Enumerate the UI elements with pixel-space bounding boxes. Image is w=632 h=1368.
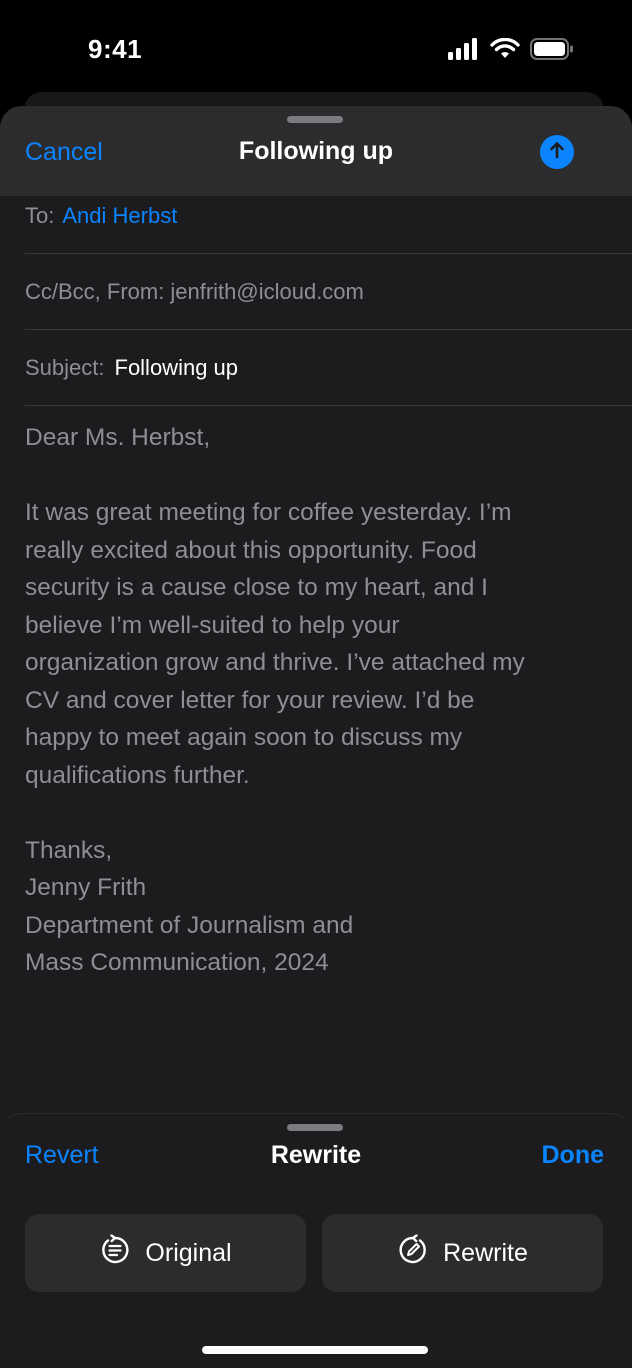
- body-line: really excited about this opportunity. F…: [25, 536, 477, 564]
- recipient-token[interactable]: Andi Herbst: [62, 203, 177, 229]
- arrow-up-icon: [547, 140, 567, 165]
- rewrite-label: Rewrite: [443, 1238, 528, 1267]
- original-text-icon: [99, 1233, 131, 1273]
- message-body[interactable]: Dear Ms. Herbst, It was great meeting fo…: [25, 419, 605, 1019]
- body-paragraph: It was great meeting for coffee yesterda…: [25, 494, 605, 794]
- signoff-block: Thanks, Jenny Frith Department of Journa…: [25, 832, 605, 982]
- rewrite-title: Rewrite: [270, 1141, 362, 1169]
- subject-field[interactable]: Subject: Following up: [25, 330, 632, 406]
- to-field[interactable]: To: Andi Herbst: [25, 178, 632, 254]
- signature-name: Jenny Frith: [25, 874, 147, 901]
- cc-from-field[interactable]: Cc/Bcc, From: jenfrith@icloud.com: [25, 254, 632, 330]
- greeting-text: Dear Ms. Herbst,: [25, 424, 211, 451]
- signature-line: Mass Communication, 2024: [25, 949, 329, 976]
- original-button[interactable]: Original: [25, 1214, 306, 1292]
- cellular-signal-icon: [448, 38, 480, 65]
- status-bar: 9:41: [0, 0, 632, 100]
- body-line: It was great meeting for coffee yesterda…: [25, 499, 512, 526]
- rewrite-panel: Revert Rewrite Done Original Rewrite: [0, 1114, 632, 1368]
- wifi-icon: [490, 37, 520, 65]
- to-label: To:: [25, 202, 55, 228]
- original-label: Original: [145, 1238, 232, 1267]
- mail-compose-screen: 9:41 Cancel Following up To: Andi Herbst…: [0, 0, 632, 1368]
- compose-title: Following up: [238, 137, 394, 165]
- home-indicator[interactable]: [202, 1346, 428, 1354]
- from-address[interactable]: jenfrith@icloud.com: [170, 279, 364, 305]
- body-line: organization grow and thrive. I’ve attac…: [25, 649, 525, 676]
- body-line: happy to meet again soon to discuss my: [25, 724, 463, 751]
- body-line: qualifications further.: [25, 761, 250, 789]
- status-time: 9:41: [88, 34, 143, 64]
- body-line: security is a cause close to my heart, a…: [25, 574, 488, 601]
- battery-icon: [530, 38, 574, 65]
- subject-label: Subject:: [25, 354, 105, 380]
- panel-grabber[interactable]: [287, 1124, 343, 1131]
- signoff-line: Thanks,: [25, 836, 113, 864]
- done-button[interactable]: Done: [542, 1141, 605, 1170]
- rewrite-button[interactable]: Rewrite: [322, 1214, 603, 1292]
- signature-line: Department of Journalism and: [25, 911, 354, 939]
- body-line: believe I’m well-suited to help your: [25, 611, 400, 639]
- status-icons: [448, 37, 574, 65]
- subject-input[interactable]: Following up: [115, 355, 239, 381]
- rewrite-icon: [397, 1233, 429, 1273]
- cc-from-label: Cc/Bcc, From:: [25, 278, 165, 304]
- body-line: CV and cover letter for your review. I’d…: [25, 686, 475, 714]
- send-button[interactable]: [540, 135, 574, 169]
- sheet-grabber[interactable]: [287, 116, 343, 123]
